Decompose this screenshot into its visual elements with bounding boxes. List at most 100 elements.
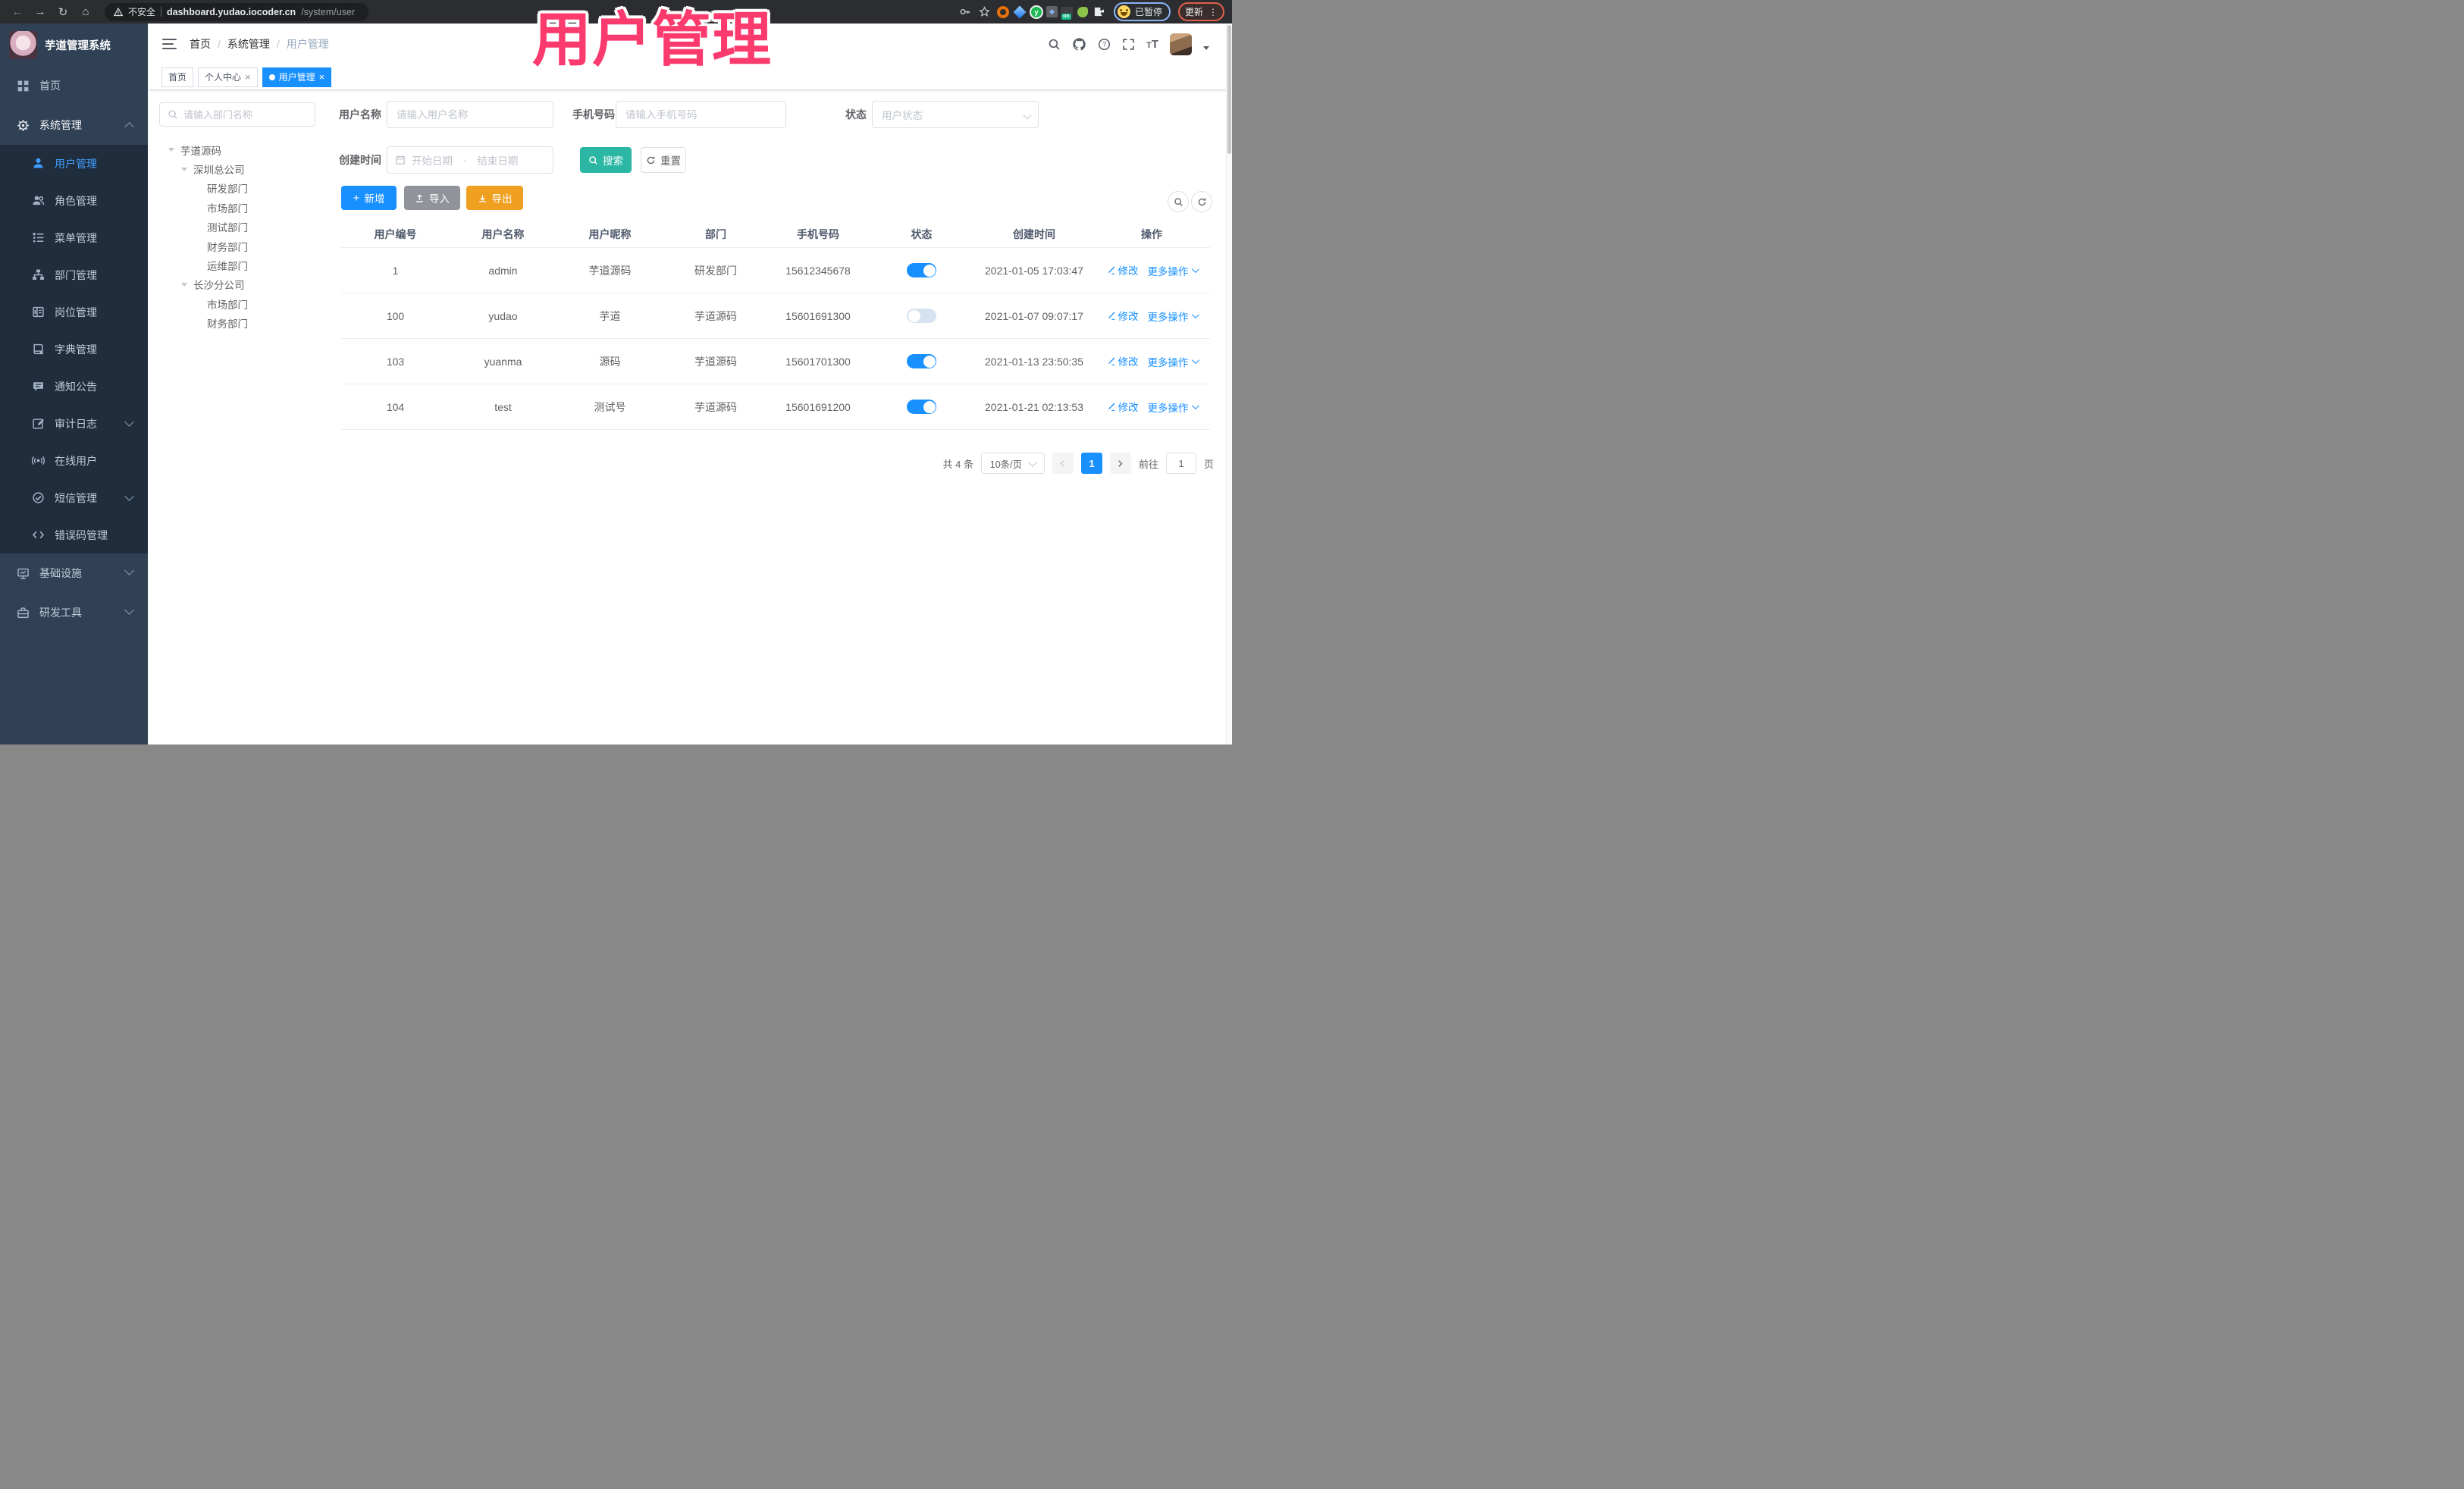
sidebar-collapse-icon[interactable] bbox=[162, 38, 177, 50]
security-label: 不安全 bbox=[128, 7, 156, 17]
edit-action-link[interactable]: 修改 bbox=[1106, 353, 1139, 368]
github-icon[interactable] bbox=[1072, 37, 1086, 52]
status-toggle[interactable] bbox=[907, 263, 936, 277]
browser-home-icon[interactable]: ⌂ bbox=[76, 3, 96, 21]
tree-node-市场部门[interactable]: 市场部门 bbox=[159, 294, 315, 313]
tree-node-运维部门[interactable]: 运维部门 bbox=[159, 255, 315, 274]
sidebar-item-研发工具[interactable]: 研发工具 bbox=[0, 593, 148, 632]
sidebar-item-岗位管理[interactable]: 岗位管理 bbox=[0, 293, 148, 331]
tree-node-测试部门[interactable]: 测试部门 bbox=[159, 218, 315, 237]
mobile-input[interactable] bbox=[625, 108, 776, 121]
browser-forward-icon[interactable]: → bbox=[30, 3, 50, 21]
extension-adblock-icon[interactable] bbox=[996, 5, 1010, 19]
more-actions-link[interactable]: 更多操作 bbox=[1147, 354, 1200, 369]
sidebar-item-字典管理[interactable]: 字典管理 bbox=[0, 331, 148, 368]
extension-y-icon[interactable]: y bbox=[1029, 5, 1043, 19]
refresh-table-button[interactable] bbox=[1191, 191, 1212, 212]
status-toggle[interactable] bbox=[907, 309, 936, 323]
sidebar-item-基础设施[interactable]: 基础设施 bbox=[0, 553, 148, 593]
tab-用户管理[interactable]: 用户管理 × bbox=[262, 67, 332, 87]
sidebar-item-审计日志[interactable]: 审计日志 bbox=[0, 405, 148, 442]
help-icon[interactable]: ? bbox=[1098, 38, 1111, 51]
browser-update-button[interactable]: 更新 ⋮ bbox=[1177, 2, 1224, 21]
close-icon[interactable]: × bbox=[245, 72, 251, 82]
edit-pencil-icon bbox=[1108, 312, 1115, 320]
breadcrumb-item[interactable]: 首页 bbox=[190, 36, 211, 52]
import-button[interactable]: 导入 bbox=[404, 186, 460, 210]
username-input[interactable] bbox=[397, 108, 544, 121]
extension-leaf-icon[interactable] bbox=[1076, 5, 1089, 19]
fullscreen-icon[interactable] bbox=[1122, 38, 1135, 51]
extension-switch-icon[interactable]: on bbox=[1060, 6, 1073, 20]
address-bar[interactable]: 不安全 dashboard.yudao.iocoder.cn/system/us… bbox=[105, 2, 368, 21]
sidebar-item-部门管理[interactable]: 部门管理 bbox=[0, 256, 148, 293]
more-actions-link[interactable]: 更多操作 bbox=[1147, 309, 1200, 324]
sidebar-logo[interactable]: 芋道管理系统 bbox=[0, 24, 148, 66]
prev-page-button[interactable] bbox=[1052, 453, 1074, 474]
scrollbar-thumb[interactable] bbox=[1227, 25, 1231, 154]
menu-tree-icon bbox=[32, 231, 45, 244]
tree-node-研发部门[interactable]: 研发部门 bbox=[159, 179, 315, 198]
mobile-cell: 15601691200 bbox=[785, 400, 851, 413]
sidebar-item-错误码管理[interactable]: 错误码管理 bbox=[0, 516, 148, 553]
sidebar-item-系统管理[interactable]: 系统管理 bbox=[0, 105, 148, 145]
window-scrollbar[interactable] bbox=[1226, 24, 1232, 744]
browser-reload-icon[interactable]: ↻ bbox=[53, 3, 73, 21]
sidebar-item-用户管理[interactable]: 用户管理 bbox=[0, 145, 148, 182]
status-select[interactable]: 用户状态 bbox=[872, 101, 1039, 128]
more-actions-label: 更多操作 bbox=[1147, 402, 1189, 414]
tree-expand-caret-icon[interactable] bbox=[181, 167, 187, 171]
add-button[interactable]: + 新增 bbox=[341, 186, 397, 210]
next-page-button[interactable] bbox=[1109, 453, 1131, 474]
sidebar-item-通知公告[interactable]: 通知公告 bbox=[0, 368, 148, 405]
goto-page-input[interactable] bbox=[1165, 453, 1196, 474]
tree-node-深圳总公司[interactable]: 深圳总公司 bbox=[159, 159, 315, 178]
search-button[interactable]: 搜索 bbox=[580, 147, 632, 173]
tab-个人中心[interactable]: 个人中心 × bbox=[198, 67, 258, 87]
password-key-icon[interactable] bbox=[957, 4, 973, 20]
status-toggle[interactable] bbox=[907, 400, 936, 414]
more-actions-link[interactable]: 更多操作 bbox=[1147, 400, 1200, 415]
browser-back-icon[interactable]: ← bbox=[8, 3, 27, 21]
edit-action-link[interactable]: 修改 bbox=[1106, 262, 1139, 277]
header-search-icon[interactable] bbox=[1048, 38, 1061, 51]
tree-node-label: 市场部门 bbox=[207, 299, 248, 311]
tree-node-label: 市场部门 bbox=[207, 202, 248, 215]
sidebar-item-角色管理[interactable]: 角色管理 bbox=[0, 182, 148, 219]
browser-menu-kebab-icon[interactable]: ⋮ bbox=[1208, 7, 1218, 17]
profile-paused-badge[interactable]: 已暂停 bbox=[1113, 2, 1171, 21]
sidebar-item-首页[interactable]: 首页 bbox=[0, 66, 148, 105]
show-search-toggle-button[interactable] bbox=[1168, 191, 1189, 212]
avatar-caret-icon[interactable] bbox=[1203, 45, 1209, 50]
sidebar-item-短信管理[interactable]: 短信管理 bbox=[0, 479, 148, 516]
font-size-icon[interactable]: TT bbox=[1146, 38, 1158, 51]
date-range-picker[interactable]: 开始日期 - 结束日期 bbox=[387, 146, 553, 174]
tree-node-市场部门[interactable]: 市场部门 bbox=[159, 198, 315, 217]
edit-action-link[interactable]: 修改 bbox=[1106, 308, 1139, 323]
status-toggle[interactable] bbox=[907, 354, 936, 368]
close-icon[interactable]: × bbox=[319, 72, 325, 82]
tree-expand-caret-icon[interactable] bbox=[168, 148, 174, 152]
reset-button[interactable]: 重置 bbox=[641, 147, 686, 173]
export-button[interactable]: 导出 bbox=[466, 186, 523, 210]
extension-gem-icon[interactable] bbox=[1013, 5, 1027, 19]
sidebar-item-菜单管理[interactable]: 菜单管理 bbox=[0, 219, 148, 256]
sidebar-item-在线用户[interactable]: 在线用户 bbox=[0, 442, 148, 479]
page-number-button[interactable]: 1 bbox=[1080, 453, 1102, 474]
dept-search-input[interactable] bbox=[183, 108, 307, 121]
page-size-select[interactable]: 10条/页 bbox=[980, 453, 1045, 474]
tree-node-芋道源码[interactable]: 芋道源码 bbox=[159, 140, 315, 159]
bookmark-star-icon[interactable] bbox=[977, 4, 993, 20]
extensions-puzzle-icon[interactable] bbox=[1092, 5, 1106, 19]
edit-action-link[interactable]: 修改 bbox=[1106, 399, 1139, 414]
tree-node-长沙分公司[interactable]: 长沙分公司 bbox=[159, 275, 315, 294]
breadcrumb-item[interactable]: 系统管理 bbox=[227, 36, 270, 52]
user-avatar[interactable] bbox=[1170, 33, 1192, 55]
extension-grid-icon[interactable]: ◆ bbox=[1045, 6, 1058, 17]
tree-node-财务部门[interactable]: 财务部门 bbox=[159, 314, 315, 333]
tree-expand-caret-icon[interactable] bbox=[181, 282, 187, 287]
chevron-up-icon bbox=[124, 122, 134, 132]
more-actions-link[interactable]: 更多操作 bbox=[1147, 263, 1200, 278]
tab-首页[interactable]: 首页 bbox=[161, 67, 194, 87]
tree-node-财务部门[interactable]: 财务部门 bbox=[159, 237, 315, 255]
